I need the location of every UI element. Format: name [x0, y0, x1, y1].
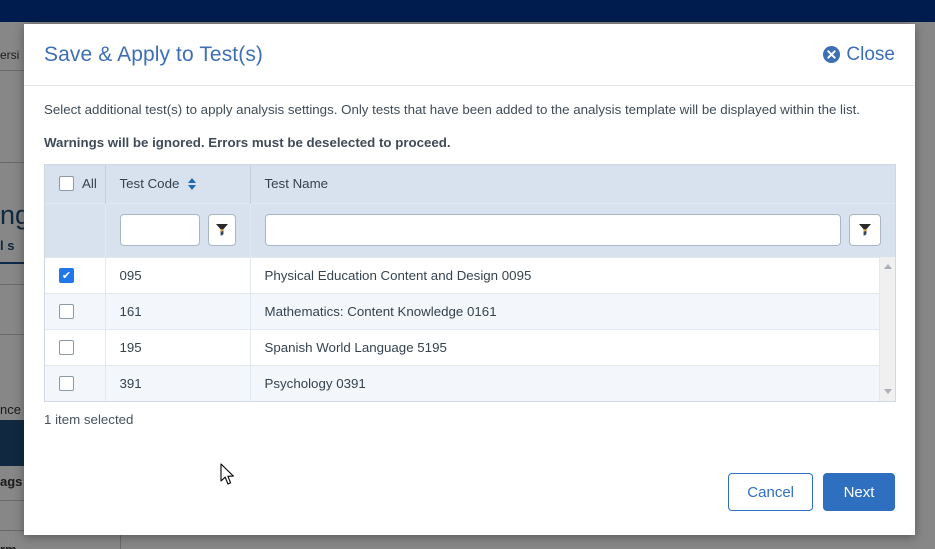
funnel-filter-icon	[215, 222, 229, 239]
column-header-test-code-label: Test Code	[119, 176, 180, 192]
cell-test-code: 161	[105, 292, 251, 330]
column-header-test-code[interactable]: Test Code	[105, 164, 251, 204]
close-circle-icon	[823, 46, 841, 63]
test-name-filter-input[interactable]	[264, 214, 841, 247]
cell-test-code: 195	[105, 328, 251, 366]
close-button[interactable]: Close	[823, 44, 895, 66]
tests-grid-body-area: ✔ 095 Physical Education Content and Desig…	[45, 256, 896, 402]
column-header-test-name-label: Test Name	[264, 176, 329, 192]
save-apply-modal: Save & Apply to Test(s) Close Select add…	[24, 24, 915, 535]
row-select-cell	[45, 292, 106, 330]
selection-count-label: 1 item selected	[44, 412, 134, 428]
modal-title: Save & Apply to Test(s)	[44, 42, 264, 66]
funnel-filter-icon	[858, 222, 872, 239]
cell-test-name: Psychology 0391	[250, 364, 879, 402]
close-button-label: Close	[846, 43, 895, 65]
table-row[interactable]: 161 Mathematics: Content Knowledge 0161	[45, 292, 879, 330]
row-checkbox[interactable]	[59, 340, 74, 356]
cell-test-code: 391	[105, 364, 251, 402]
test-code-filter-button[interactable]	[207, 214, 236, 247]
filter-cell-test-code	[105, 203, 251, 257]
tests-grid-body-table: ✔ 095 Physical Education Content and Desig…	[45, 256, 879, 402]
select-all-label: All	[82, 176, 97, 192]
select-all-checkbox[interactable]	[59, 176, 74, 192]
modal-footer: Cancel Next	[728, 473, 895, 511]
scroll-down-arrow-icon[interactable]	[880, 383, 896, 399]
filter-cell-test-name	[250, 203, 895, 257]
tests-grid-rows: ✔ 095 Physical Education Content and Desig…	[45, 256, 879, 402]
column-header-test-name[interactable]: Test Name	[250, 164, 895, 204]
row-checkbox[interactable]	[59, 304, 74, 320]
modal-header: Save & Apply to Test(s) Close	[24, 24, 915, 86]
page-root: ersi ng l s nce ags rm_ Save & Apply to …	[0, 0, 935, 549]
sort-updown-icon[interactable]	[187, 177, 197, 191]
cancel-button[interactable]: Cancel	[728, 473, 813, 511]
test-code-filter-input[interactable]	[119, 214, 200, 247]
cell-test-name: Spanish World Language 5195	[250, 328, 879, 366]
row-select-cell: ✔	[45, 256, 106, 294]
row-select-cell	[45, 328, 106, 366]
select-all-header-cell: All	[45, 164, 106, 204]
modal-description: Select additional test(s) to apply analy…	[44, 102, 860, 117]
scroll-up-arrow-icon[interactable]	[880, 259, 896, 275]
tests-grid-header-row: All Test Code Test Name	[45, 164, 895, 204]
test-name-filter-button[interactable]	[848, 214, 881, 247]
cell-test-code: 095	[105, 256, 251, 294]
tests-grid-header-table: All Test Code Test Name	[45, 164, 895, 257]
table-row[interactable]: 391 Psychology 0391	[45, 364, 879, 402]
modal-warning-text: Warnings will be ignored. Errors must be…	[44, 134, 451, 150]
row-select-cell	[45, 364, 106, 402]
table-row[interactable]: ✔ 095 Physical Education Content and Desig…	[45, 256, 879, 294]
cell-test-name: Physical Education Content and Design 00…	[250, 256, 879, 294]
cell-test-name: Mathematics: Content Knowledge 0161	[250, 292, 879, 330]
tests-grid-scrollbar[interactable]	[879, 256, 896, 402]
tests-grid: All Test Code Test Name ✔ 095 Physical E…	[44, 163, 896, 403]
next-button[interactable]: Next	[823, 473, 895, 511]
app-top-navbar	[0, 0, 935, 22]
check-icon: ✔	[61, 269, 72, 283]
modal-body: Select additional test(s) to apply analy…	[24, 86, 915, 403]
table-row[interactable]: 195 Spanish World Language 5195	[45, 328, 879, 366]
row-checkbox[interactable]	[59, 376, 74, 392]
filter-cell-empty	[45, 203, 106, 257]
row-checkbox[interactable]: ✔	[59, 268, 74, 284]
tests-grid-filter-row	[45, 203, 895, 257]
